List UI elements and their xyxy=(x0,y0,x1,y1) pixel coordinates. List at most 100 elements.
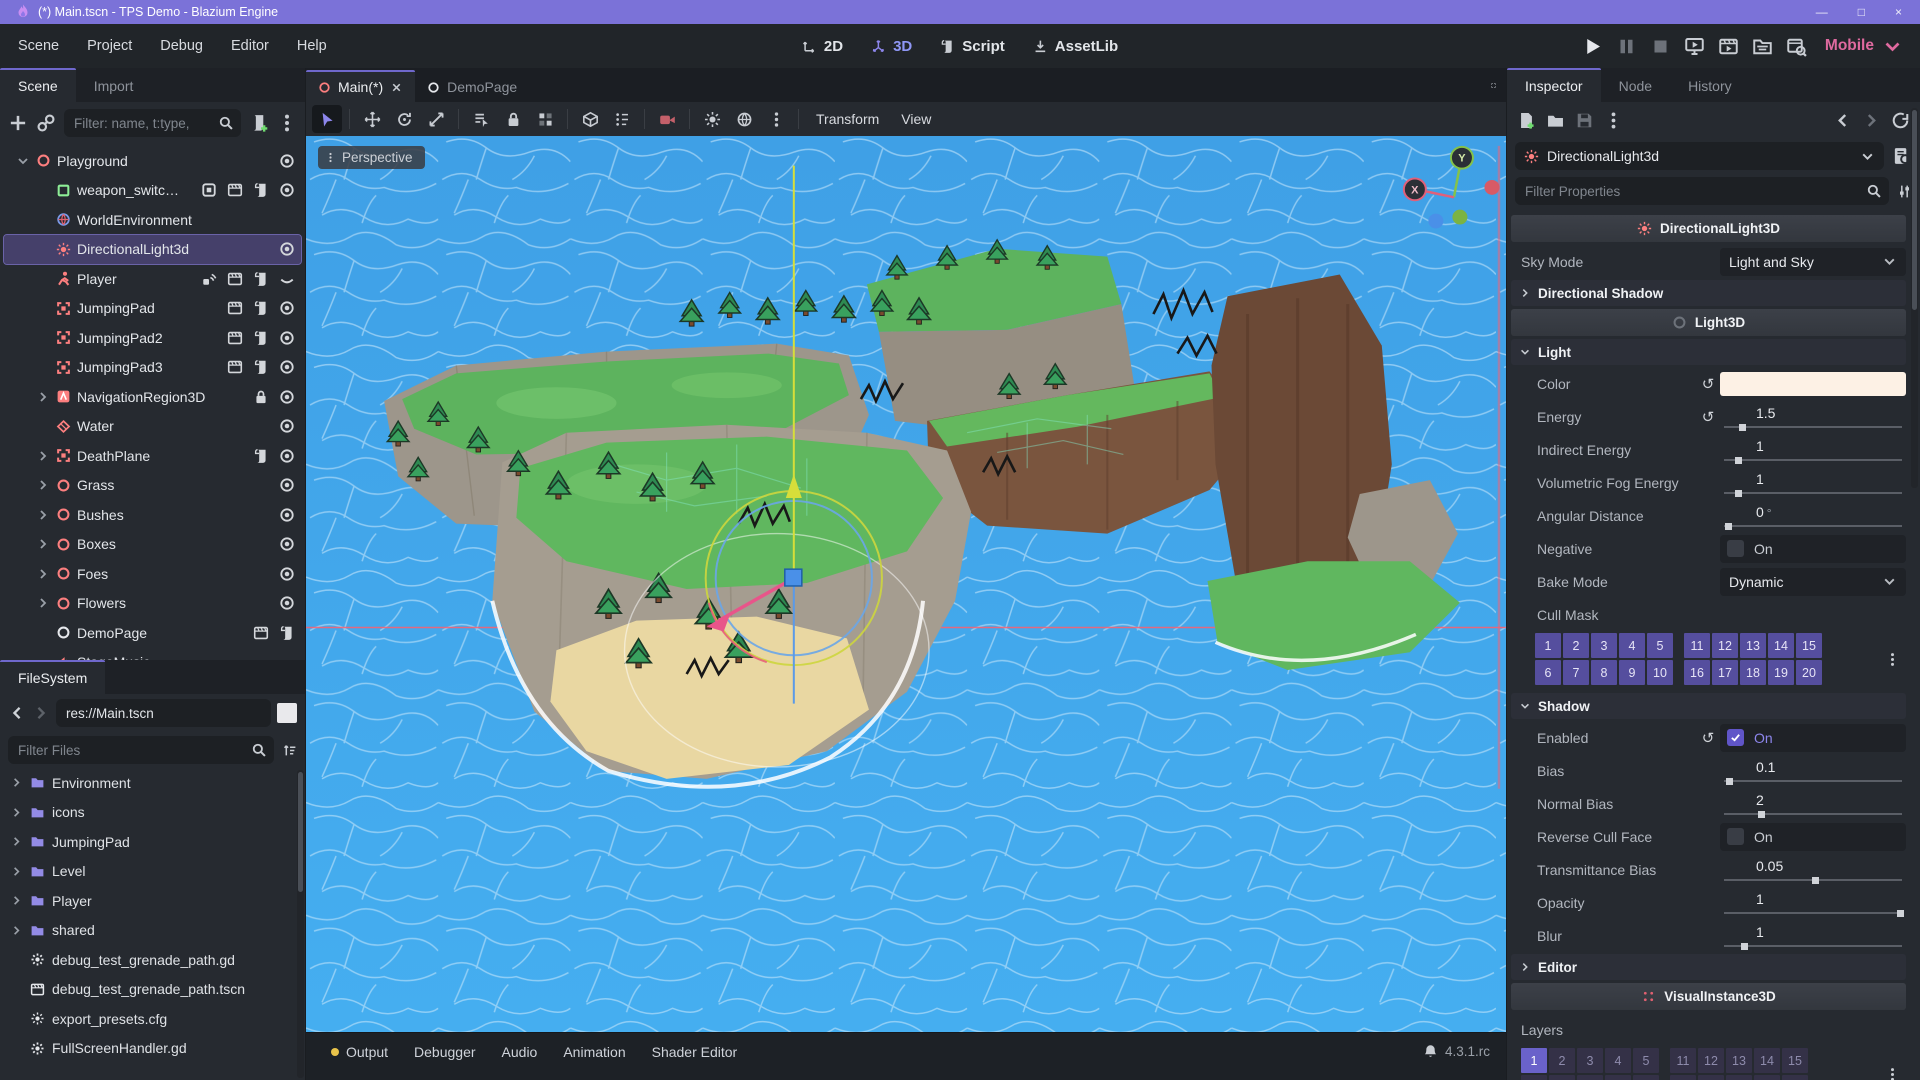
file-item-fullscreenhandler-gd[interactable]: FullScreenHandler.gd xyxy=(10,1034,303,1064)
scene-node-directionallight3d[interactable]: DirectionalLight3d xyxy=(4,235,301,265)
file-item-shared[interactable]: shared xyxy=(10,916,303,946)
layers-menu-icon[interactable] xyxy=(1885,1067,1900,1080)
load-resource-button[interactable] xyxy=(1546,111,1565,130)
script-icon[interactable] xyxy=(253,330,269,346)
layer-cell-12[interactable]: 12 xyxy=(1698,1048,1724,1073)
signal-icon[interactable] xyxy=(201,271,217,287)
file-item-level[interactable]: Level xyxy=(10,857,303,887)
view-menu[interactable]: View xyxy=(891,106,941,132)
attach-script-button[interactable] xyxy=(249,113,269,133)
edit-history-button[interactable] xyxy=(1891,111,1910,130)
layer-cell-20[interactable]: 20 xyxy=(1782,1075,1808,1080)
eye-icon[interactable] xyxy=(279,448,295,464)
script-icon[interactable] xyxy=(253,300,269,316)
maximize-button[interactable]: □ xyxy=(1858,6,1865,18)
minimize-button[interactable]: — xyxy=(1816,6,1828,18)
layer-cell-7[interactable]: 7 xyxy=(1563,660,1589,685)
run-target-dropdown[interactable]: Mobile xyxy=(1825,36,1906,57)
layer-cell-3[interactable]: 3 xyxy=(1577,1048,1603,1073)
layer-cell-9[interactable]: 9 xyxy=(1619,660,1645,685)
sort-files-button[interactable] xyxy=(282,743,297,758)
layer-cell-3[interactable]: 3 xyxy=(1591,633,1617,658)
menu-debug[interactable]: Debug xyxy=(148,32,215,60)
layer-cell-19[interactable]: 19 xyxy=(1754,1075,1780,1080)
move-tool-button[interactable] xyxy=(357,105,387,133)
lock-node-button[interactable] xyxy=(498,105,528,133)
layer-cell-18[interactable]: 18 xyxy=(1726,1075,1752,1080)
dock-menu-icon[interactable] xyxy=(1900,78,1920,93)
script-icon[interactable] xyxy=(253,359,269,375)
tab-assetlib[interactable]: AssetLib xyxy=(1024,33,1127,60)
scene-tab-demopage[interactable]: DemoPage xyxy=(415,72,529,102)
revert-icon[interactable]: ↺ xyxy=(1696,408,1720,426)
menu-help[interactable]: Help xyxy=(285,32,339,60)
panel-icon[interactable] xyxy=(201,182,217,198)
eye-icon[interactable] xyxy=(279,300,295,316)
sun-env-menu-button[interactable] xyxy=(761,105,791,133)
scene-tree-menu-icon[interactable] xyxy=(277,113,297,133)
tab-debugger[interactable]: Debugger xyxy=(401,1036,489,1068)
layer-cell-13[interactable]: 13 xyxy=(1740,633,1766,658)
preview-sun-button[interactable] xyxy=(697,105,727,133)
group-editor[interactable]: Editor xyxy=(1511,954,1906,980)
scene-node-jumpingpad[interactable]: JumpingPad xyxy=(4,294,301,324)
scene-node-boxes[interactable]: Boxes xyxy=(4,530,301,560)
volumetric-fog-energy-slider[interactable]: 1 xyxy=(1720,468,1906,498)
filter-properties-input[interactable] xyxy=(1515,177,1889,205)
reverse-cull-face-checkbox[interactable]: On xyxy=(1720,823,1906,851)
tab-filesystem-dock[interactable]: FileSystem xyxy=(0,660,105,694)
indirect-energy-slider[interactable]: 1 xyxy=(1720,435,1906,465)
tab-2d[interactable]: 2D xyxy=(793,33,852,60)
expand-icon[interactable] xyxy=(10,806,23,819)
close-button[interactable]: × xyxy=(1895,6,1902,18)
expand-icon[interactable] xyxy=(36,508,50,522)
layer-cell-10[interactable]: 10 xyxy=(1633,1075,1659,1080)
layer-cell-13[interactable]: 13 xyxy=(1726,1048,1752,1073)
file-item-debug-test-grenade-path-gd[interactable]: debug_test_grenade_path.gd xyxy=(10,945,303,975)
clapper-icon[interactable] xyxy=(227,359,243,375)
layer-cell-14[interactable]: 14 xyxy=(1768,633,1794,658)
expand-viewport-icon[interactable] xyxy=(1491,78,1506,93)
eye-icon[interactable] xyxy=(279,359,295,375)
scene-node-jumpingpad3[interactable]: JumpingPad3 xyxy=(4,353,301,383)
open-docs-button[interactable] xyxy=(1892,146,1912,166)
tab-scene-dock[interactable]: Scene xyxy=(0,68,76,102)
layer-cell-4[interactable]: 4 xyxy=(1605,1048,1631,1073)
history-back-button[interactable] xyxy=(8,704,26,722)
script-icon[interactable] xyxy=(253,271,269,287)
inspector-tools-button[interactable] xyxy=(1897,184,1912,199)
pause-button[interactable] xyxy=(1616,36,1637,57)
eye-icon[interactable] xyxy=(279,330,295,346)
history-forward-button[interactable] xyxy=(1862,111,1881,130)
eyeclosed-icon[interactable] xyxy=(279,271,295,287)
eye-icon[interactable] xyxy=(279,536,295,552)
layer-cell-4[interactable]: 4 xyxy=(1619,633,1645,658)
scene-node-playground[interactable]: Playground xyxy=(4,146,301,176)
filter-files-input[interactable] xyxy=(8,736,274,764)
expand-icon[interactable] xyxy=(10,894,23,907)
expand-icon[interactable] xyxy=(36,537,50,551)
layer-cell-9[interactable]: 9 xyxy=(1605,1075,1631,1080)
filesystem-scrollbar[interactable] xyxy=(297,770,304,1078)
eye-icon[interactable] xyxy=(279,241,295,257)
section-light[interactable]: Light xyxy=(1511,339,1906,365)
tab-output[interactable]: Output xyxy=(318,1036,401,1068)
eye-icon[interactable] xyxy=(279,182,295,198)
layer-cell-1[interactable]: 1 xyxy=(1521,1048,1547,1073)
cull-mask-menu-icon[interactable] xyxy=(1885,652,1900,667)
clapper-icon[interactable] xyxy=(227,182,243,198)
scene-node-deathplane[interactable]: DeathPlane xyxy=(4,441,301,471)
rotate-tool-button[interactable] xyxy=(389,105,419,133)
layer-cell-15[interactable]: 15 xyxy=(1782,1048,1808,1073)
layer-cell-2[interactable]: 2 xyxy=(1563,633,1589,658)
layer-cell-5[interactable]: 5 xyxy=(1633,1048,1659,1073)
layer-cell-20[interactable]: 20 xyxy=(1796,660,1822,685)
local-space-button[interactable] xyxy=(575,105,605,133)
file-item-jumpingpad[interactable]: JumpingPad xyxy=(10,827,303,857)
scene-node-demopage[interactable]: DemoPage xyxy=(4,618,301,648)
eye-icon[interactable] xyxy=(279,477,295,493)
tab-import-dock[interactable]: Import xyxy=(76,70,152,102)
layer-cell-15[interactable]: 15 xyxy=(1796,633,1822,658)
revert-icon[interactable]: ↺ xyxy=(1696,729,1720,747)
section-shadow[interactable]: Shadow xyxy=(1511,693,1906,719)
